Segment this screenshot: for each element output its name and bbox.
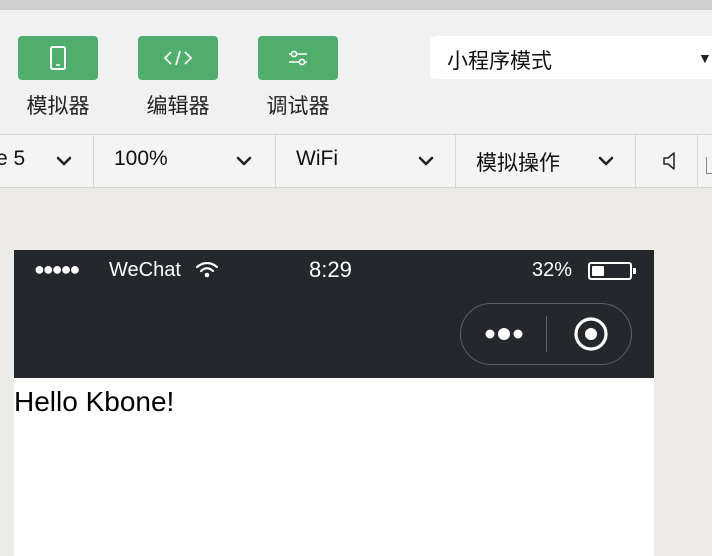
device-select-value: e 5 bbox=[0, 147, 26, 170]
caret-down-icon: ▼ bbox=[698, 50, 712, 66]
wifi-icon bbox=[196, 262, 218, 278]
battery-percent: 32% bbox=[532, 259, 573, 281]
simulator-settings-bar: e 5 100% WiFi 模拟操作 bbox=[0, 134, 712, 188]
more-dots-icon[interactable] bbox=[483, 321, 529, 347]
editor-label: 编辑器 bbox=[146, 95, 210, 118]
zoom-select-value: 100% bbox=[114, 147, 168, 170]
phone-icon bbox=[18, 36, 98, 80]
network-select[interactable]: WiFi bbox=[276, 135, 456, 187]
phone-simulator: ●●●●● WeChat 8:29 32% Hello Kbone! bbox=[14, 250, 654, 556]
window-top-strip bbox=[0, 0, 712, 10]
signal-dots: ●●●●● bbox=[34, 259, 80, 279]
chevron-down-icon bbox=[236, 156, 252, 166]
volume-button[interactable] bbox=[636, 135, 698, 187]
network-select-value: WiFi bbox=[296, 147, 338, 170]
capsule-divider bbox=[546, 316, 547, 352]
partial-toolbar-icon[interactable] bbox=[706, 157, 712, 174]
debugger-label: 调试器 bbox=[266, 95, 330, 118]
operation-select[interactable]: 模拟操作 bbox=[456, 135, 636, 187]
device-select[interactable]: e 5 bbox=[0, 135, 94, 187]
zoom-select[interactable]: 100% bbox=[94, 135, 276, 187]
operation-select-value: 模拟操作 bbox=[476, 152, 560, 175]
debug-sliders-icon bbox=[258, 36, 338, 80]
close-target-icon[interactable] bbox=[573, 316, 609, 352]
battery-nub bbox=[633, 268, 636, 274]
status-time: 8:29 bbox=[309, 257, 352, 282]
carrier-label: WeChat bbox=[109, 259, 181, 281]
battery-fill bbox=[592, 266, 604, 276]
debugger-button[interactable]: 调试器 bbox=[258, 36, 338, 120]
battery-icon bbox=[588, 262, 636, 280]
main-toolbar: 模拟器 编辑器 调试器 小程序模式 ▼ bbox=[0, 10, 712, 134]
speaker-icon bbox=[663, 152, 675, 170]
wechat-capsule bbox=[460, 303, 632, 365]
chevron-down-icon bbox=[598, 156, 614, 166]
simulator-button[interactable]: 模拟器 bbox=[18, 36, 98, 120]
editor-button[interactable]: 编辑器 bbox=[138, 36, 218, 120]
page-content-text: Hello Kbone! bbox=[14, 386, 175, 417]
status-bar: ●●●●● WeChat 8:29 32% bbox=[14, 250, 654, 378]
mode-select[interactable]: 小程序模式 ▼ bbox=[430, 36, 712, 79]
mode-select-value: 小程序模式 bbox=[447, 50, 552, 73]
code-icon bbox=[138, 36, 218, 80]
chevron-down-icon bbox=[56, 156, 72, 166]
simulator-label: 模拟器 bbox=[26, 95, 90, 118]
chevron-down-icon bbox=[418, 156, 434, 166]
